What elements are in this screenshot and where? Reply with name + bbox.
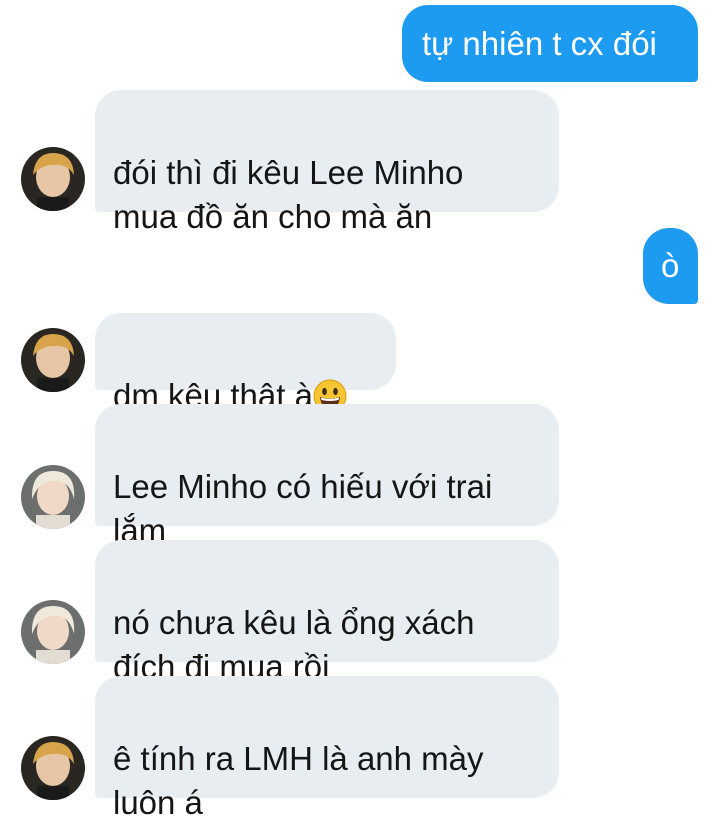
user-b-avatar-icon [21,465,85,529]
received-message-bubble[interactable]: nó chưa kêu là ổng xách đích đi mua rồi [95,540,559,685]
avatar[interactable] [21,600,85,664]
message-text: ê tính ra LMH là anh mày luôn á [113,740,484,821]
sent-message-bubble[interactable]: tự nhiên t cx đói [402,5,698,82]
avatar[interactable] [21,465,85,529]
received-message-bubble[interactable]: đói thì đi kêu Lee Minho mua đồ ăn cho m… [95,90,559,235]
message-text: nó chưa kêu là ổng xách đích đi mua rồi [113,604,475,685]
received-message-bubble[interactable]: Lee Minho có hiếu với trai lắm [95,404,559,549]
message-text: tự nhiên t cx đói [422,25,657,62]
avatar[interactable] [21,328,85,392]
avatar[interactable] [21,147,85,211]
message-text: đói thì đi kêu Lee Minho mua đồ ăn cho m… [113,154,464,235]
avatar[interactable] [21,736,85,800]
user-a-avatar-icon [21,328,85,392]
sent-message-bubble[interactable]: ò [643,228,698,304]
user-a-avatar-icon [21,736,85,800]
message-text: Lee Minho có hiếu với trai lắm [113,468,493,549]
received-message-bubble[interactable]: ê tính ra LMH là anh mày luôn á [95,676,559,821]
message-text: ò [661,247,680,284]
received-message-bubble[interactable]: dm kêu thật à [95,313,396,414]
user-b-avatar-icon [21,600,85,664]
user-a-avatar-icon [21,147,85,211]
